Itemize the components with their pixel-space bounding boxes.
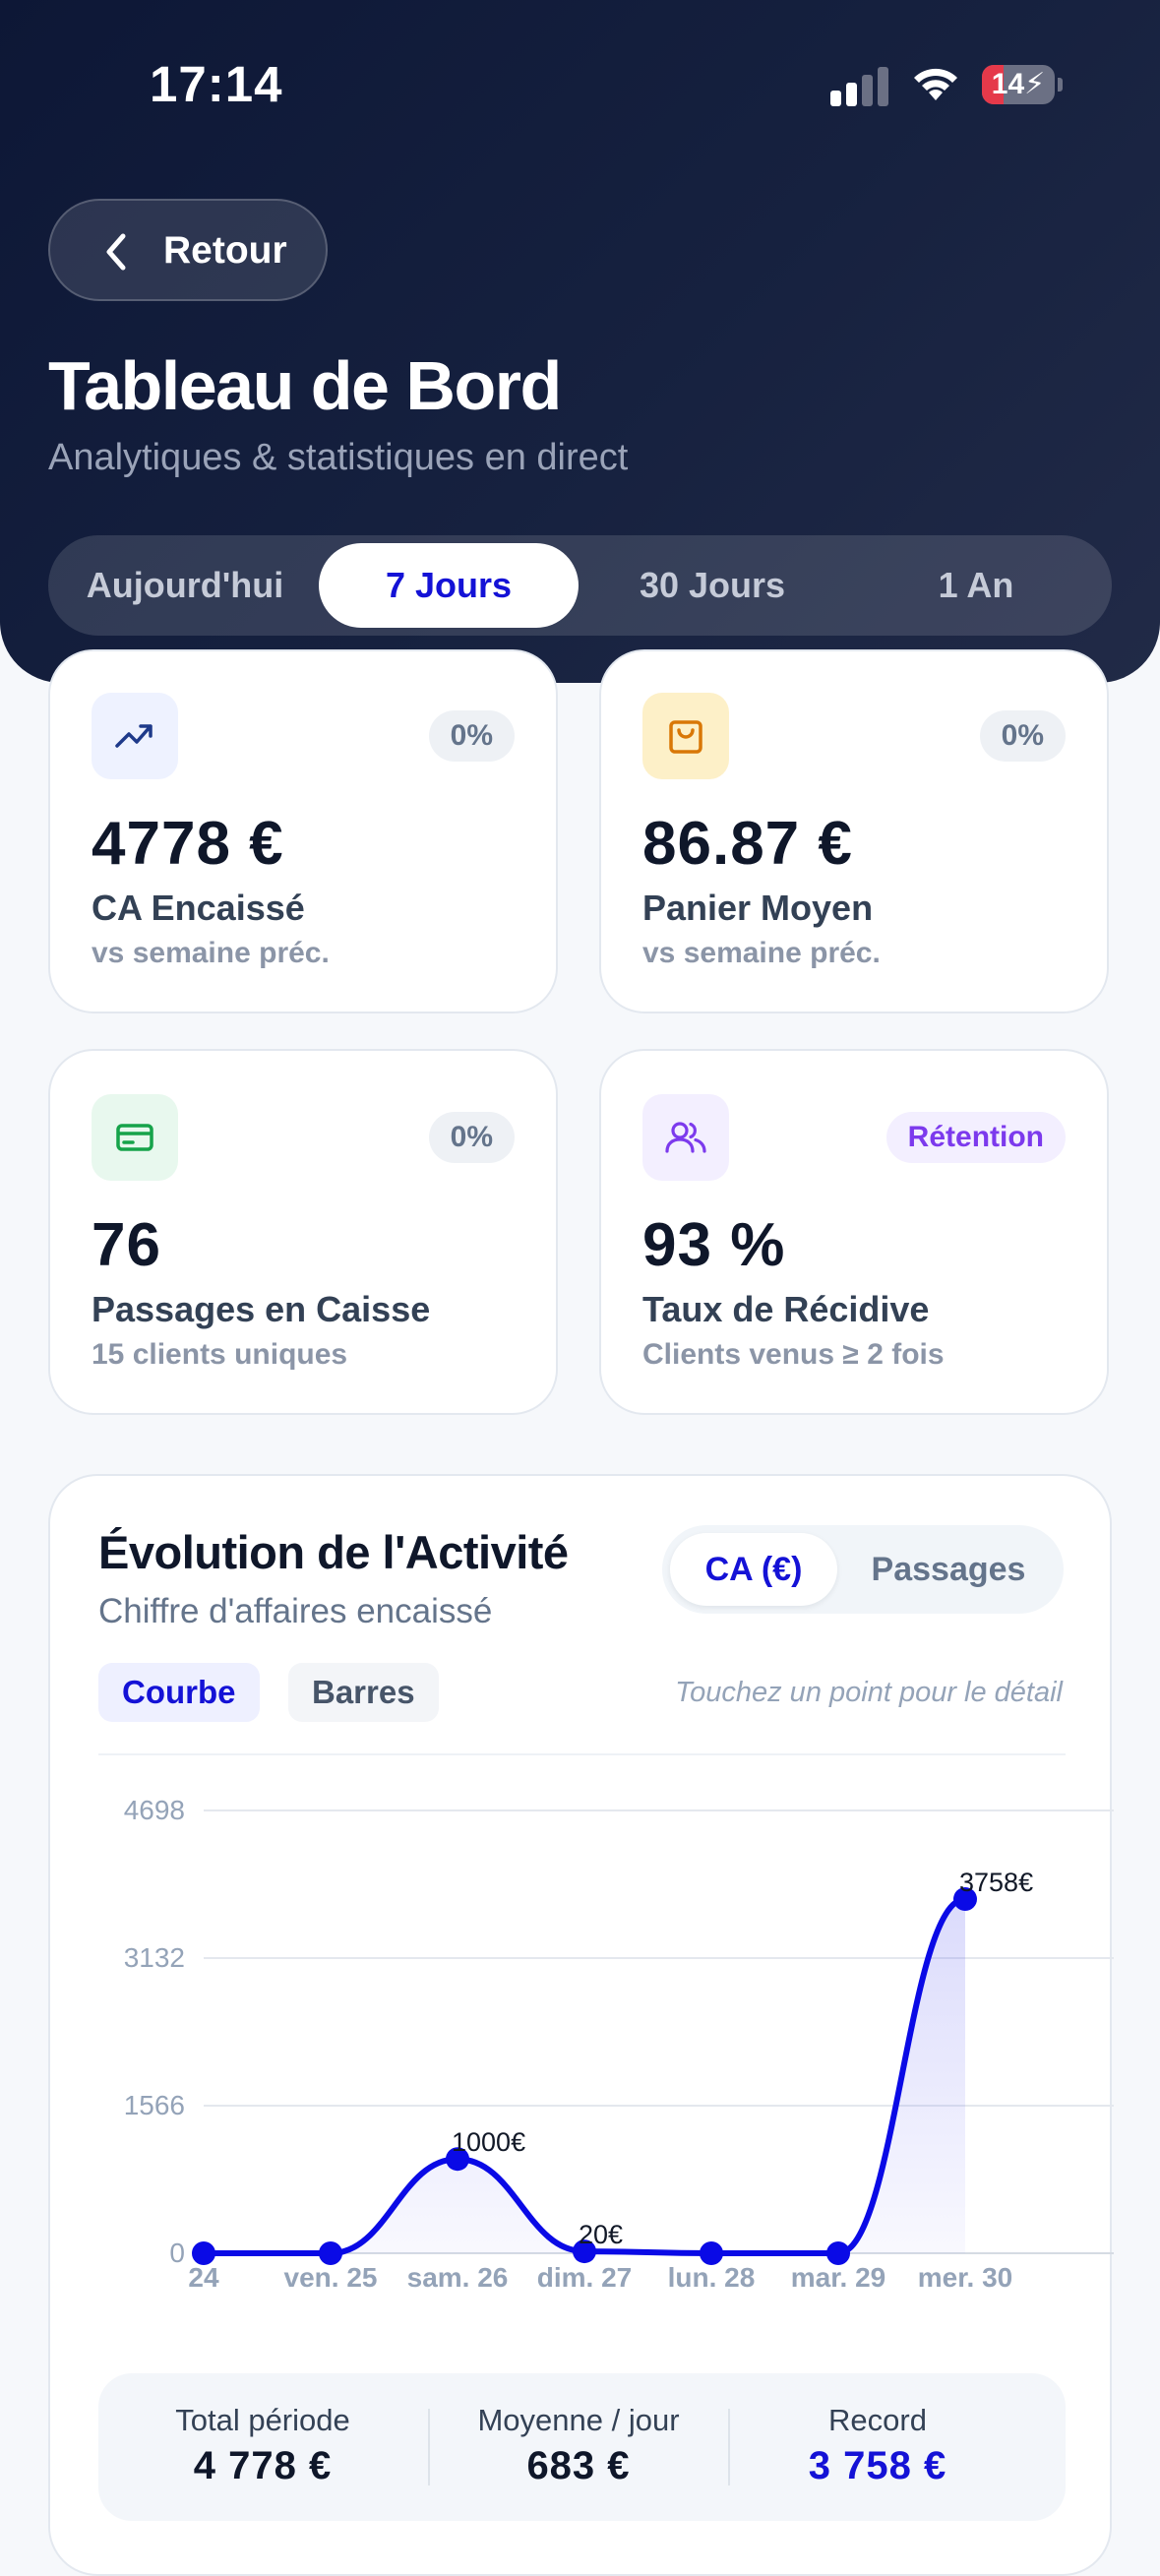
- users-icon: [642, 1094, 729, 1181]
- page-subtitle: Analytiques & statistiques en direct: [48, 437, 629, 478]
- kpi-card-basket[interactable]: 0% 86.87 € Panier Moyen vs semaine préc.: [599, 649, 1109, 1013]
- kpi-card-revenue[interactable]: 0% 4778 € CA Encaissé vs semaine préc.: [48, 649, 558, 1013]
- kpi-badge: 0%: [979, 710, 1066, 762]
- data-label: 1000€: [452, 2127, 525, 2157]
- chevron-left-icon: [106, 233, 126, 271]
- kpi-card-retention[interactable]: Rétention 93 % Taux de Récidive Clients …: [599, 1049, 1109, 1415]
- kpi-badge: 0%: [428, 710, 515, 762]
- kpi-label: Panier Moyen: [642, 888, 874, 928]
- status-time: 17:14: [150, 56, 283, 112]
- period-summary: Total période 4 778 € Moyenne / jour 683…: [98, 2373, 1066, 2521]
- kpi-subtext: vs semaine préc.: [92, 937, 330, 969]
- activity-line-chart[interactable]: 0 1566 3132 4698 1000€ 20€ 3758€ 24 ven. 25 sam. …: [2, 1761, 1114, 2302]
- period-tab-7-days[interactable]: 7 Jours: [319, 543, 579, 628]
- activity-chart-card: Évolution de l'Activité Chiffre d'affair…: [48, 1474, 1114, 2576]
- y-tick-label: 0: [169, 2238, 185, 2268]
- chart-hint: Touchez un point pour le détail: [675, 1677, 1063, 1708]
- y-tick-label: 1566: [124, 2090, 185, 2120]
- chart-title: Évolution de l'Activité: [98, 1526, 569, 1578]
- divider: [98, 1753, 1066, 1755]
- kpi-label: Passages en Caisse: [92, 1289, 431, 1329]
- y-tick-label: 4698: [124, 1795, 185, 1825]
- y-tick-label: 3132: [124, 1942, 185, 1973]
- retention-badge: Rétention: [885, 1112, 1066, 1163]
- credit-card-icon: [92, 1094, 178, 1181]
- summary-label: Record: [828, 2403, 927, 2437]
- cellular-signal-icon: [830, 65, 889, 106]
- shopping-bag-icon: [642, 693, 729, 779]
- area-fill: [204, 1899, 965, 2253]
- period-selector: Aujourd'hui 7 Jours 30 Jours 1 An: [48, 535, 1112, 636]
- metric-visits-button[interactable]: Passages: [841, 1533, 1056, 1606]
- kpi-label: Taux de Récidive: [642, 1289, 930, 1329]
- summary-value: 4 778 €: [193, 2444, 333, 2487]
- x-tick-label: mar. 29: [791, 2262, 886, 2293]
- back-button[interactable]: Retour: [48, 199, 328, 301]
- kpi-label: CA Encaissé: [92, 888, 305, 928]
- kpi-subtext: 15 clients uniques: [92, 1338, 348, 1371]
- kpi-subtext: Clients venus ≥ 2 fois: [642, 1338, 945, 1371]
- period-tab-today[interactable]: Aujourd'hui: [56, 543, 314, 628]
- kpi-value: 86.87 €: [642, 810, 853, 878]
- summary-value: 3 758 €: [808, 2444, 947, 2487]
- kpi-value: 93 %: [642, 1211, 786, 1279]
- summary-label: Moyenne / jour: [477, 2403, 680, 2437]
- series-line: [204, 1896, 968, 2256]
- chart-subtitle: Chiffre d'affaires encaissé: [98, 1592, 493, 1630]
- x-tick-label: sam. 26: [407, 2262, 509, 2293]
- metric-toggle: CA (€) Passages: [662, 1525, 1064, 1614]
- view-bar-button[interactable]: Barres: [288, 1663, 439, 1722]
- summary-value: 683 €: [526, 2444, 631, 2487]
- data-label: 3758€: [959, 1868, 1033, 1897]
- x-tick-label: 24: [188, 2262, 219, 2293]
- header: 17:14 14⚡ Retour Tableau de Bord Analyti…: [0, 0, 1160, 683]
- period-tab-1-year[interactable]: 1 An: [846, 543, 1106, 628]
- back-label: Retour: [163, 229, 287, 272]
- kpi-value: 76: [92, 1211, 161, 1279]
- x-tick-label: lun. 28: [668, 2262, 756, 2293]
- view-line-button[interactable]: Courbe: [98, 1663, 260, 1722]
- x-tick-label: ven. 25: [284, 2262, 378, 2293]
- metric-revenue-button[interactable]: CA (€): [670, 1533, 837, 1606]
- summary-average: Moyenne / jour 683 €: [430, 2373, 727, 2521]
- x-tick-label: dim. 27: [537, 2262, 632, 2293]
- trending-up-icon: [92, 693, 178, 779]
- battery-icon: 14⚡: [982, 65, 1063, 104]
- summary-total: Total période 4 778 €: [98, 2373, 427, 2521]
- kpi-subtext: vs semaine préc.: [642, 937, 881, 969]
- period-tab-30-days[interactable]: 30 Jours: [582, 543, 842, 628]
- wifi-icon: [914, 68, 957, 100]
- battery-level: 14: [991, 68, 1025, 100]
- summary-label: Total période: [175, 2403, 350, 2437]
- kpi-card-checkouts[interactable]: 0% 76 Passages en Caisse 15 clients uniq…: [48, 1049, 558, 1415]
- kpi-badge: 0%: [428, 1112, 515, 1163]
- data-label: 20€: [579, 2220, 623, 2249]
- page-title: Tableau de Bord: [48, 347, 562, 424]
- x-tick-label: mer. 30: [918, 2262, 1013, 2293]
- kpi-value: 4778 €: [92, 810, 284, 878]
- summary-record: Record 3 758 €: [730, 2373, 1025, 2521]
